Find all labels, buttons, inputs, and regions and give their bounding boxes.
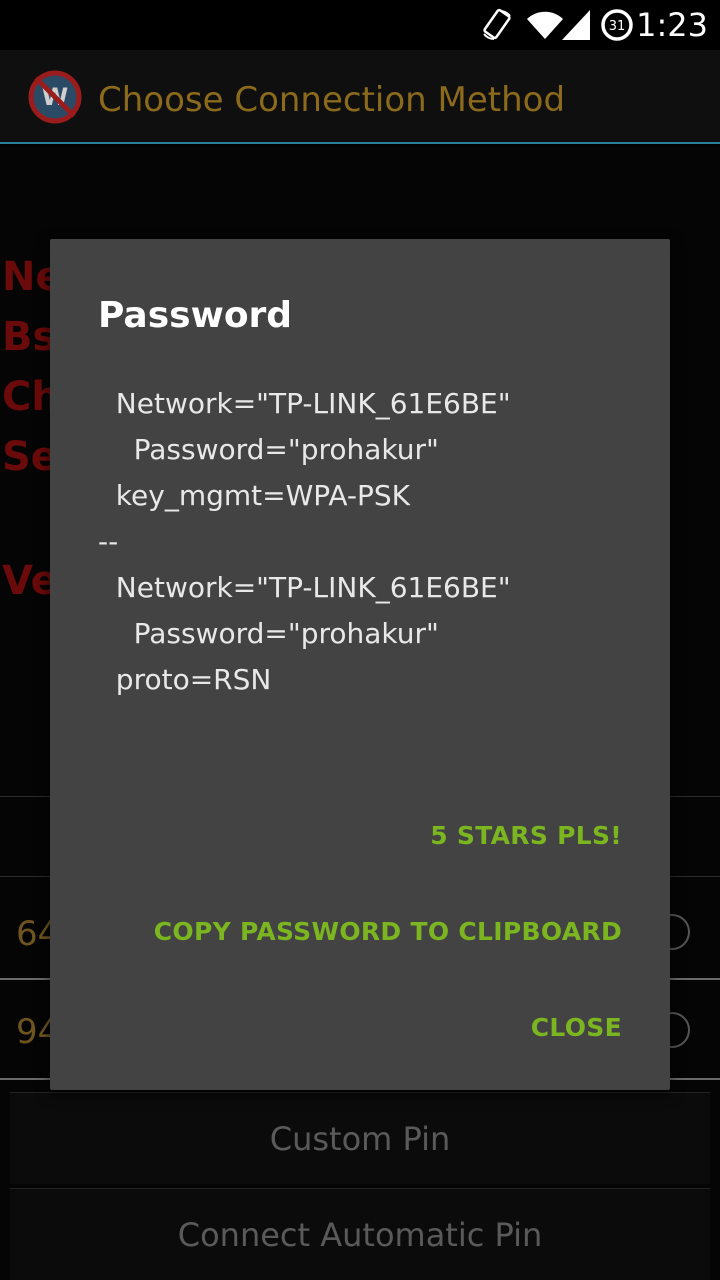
action-bar-title: Choose Connection Method [98,80,566,120]
status-bar: 31 1:23 [0,0,720,50]
battery-icon: 31 [600,8,634,46]
password-dialog: Password Network="TP-LINK_61E6BE" Passwo… [50,239,670,1090]
wifi-icon [526,10,564,44]
dialog-line: Password="prohakur" [98,617,439,650]
connect-automatic-pin-button[interactable]: Connect Automatic Pin [10,1188,710,1280]
status-time: 1:23 [636,6,708,44]
dialog-line: Network="TP-LINK_61E6BE" [98,571,511,604]
dialog-line: key_mgmt=WPA-PSK [98,479,411,512]
app-logo-icon[interactable]: W [28,70,82,124]
dialog-title: Password [98,295,293,336]
dialog-message: Network="TP-LINK_61E6BE" Password="proha… [98,381,638,703]
svg-text:31: 31 [609,19,626,34]
dialog-line: -- [98,525,119,558]
action-bar: W Choose Connection Method [0,50,720,144]
copy-password-button[interactable]: COPY PASSWORD TO CLIPBOARD [154,917,622,946]
dialog-line: proto=RSN [98,663,272,696]
dialog-line: Password="prohakur" [98,433,439,466]
custom-pin-button[interactable]: Custom Pin [10,1092,710,1184]
signal-icon [562,10,592,44]
bssid-label: Bs [2,314,57,360]
screen-rotation-icon [480,8,514,46]
close-button[interactable]: CLOSE [531,1013,622,1042]
rate-button[interactable]: 5 STARS PLS! [430,821,622,850]
dialog-line: Network="TP-LINK_61E6BE" [98,387,511,420]
